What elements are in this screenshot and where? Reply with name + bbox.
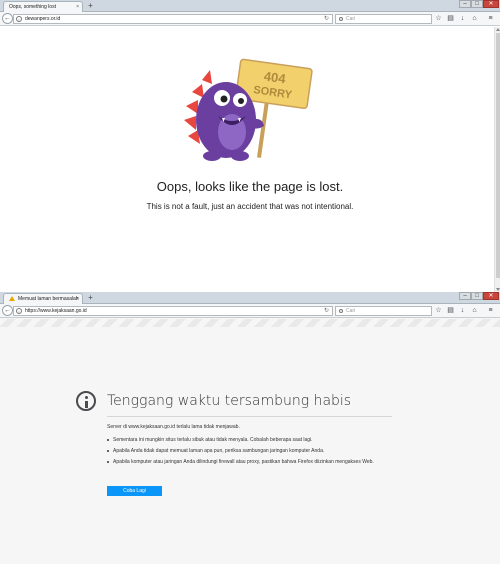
url-text[interactable]: dewanpers.or.id	[25, 15, 60, 24]
reload-icon[interactable]: ↻	[324, 15, 329, 24]
star-icon[interactable]: ☆	[434, 14, 443, 24]
star-icon[interactable]: ☆	[434, 306, 443, 316]
info-icon[interactable]: i	[16, 308, 22, 314]
monster-404-illustration: 404 SORRY	[184, 58, 313, 161]
tab-title: Memuat laman bermasalah	[18, 296, 79, 302]
tab-strip: Memuat laman bermasalah × + – □ ✕	[0, 292, 500, 304]
loading-stripes	[0, 319, 500, 327]
menu-icon[interactable]: ≡	[486, 14, 495, 24]
home-icon[interactable]: ⌂	[470, 306, 479, 316]
clipboard-icon[interactable]: ▤	[446, 306, 455, 316]
maximize-button[interactable]: □	[471, 0, 483, 8]
menu-icon[interactable]: ≡	[486, 306, 495, 316]
close-window-button[interactable]: ✕	[483, 292, 499, 300]
vertical-scrollbar[interactable]	[494, 27, 500, 292]
error-description: Server di www.kejaksaan.go.id terlalu la…	[107, 424, 240, 430]
reload-icon[interactable]: ↻	[324, 307, 329, 316]
page-lost-heading: Oops, looks like the page is lost.	[156, 179, 344, 194]
tab-active[interactable]: Oops, something lost ×	[3, 1, 83, 12]
search-bar[interactable]: Cari	[335, 306, 432, 316]
scrollbar-thumb[interactable]	[496, 33, 500, 278]
error-suggestion-list: Sementara ini mungkin situs terlalu sibu…	[107, 437, 397, 470]
page-lost-subheading: This is not a fault, just an accident th…	[146, 202, 354, 211]
scroll-up-arrow-icon[interactable]	[496, 28, 500, 31]
warning-icon	[9, 296, 15, 301]
minimize-button[interactable]: –	[459, 292, 471, 300]
retry-button[interactable]: Coba Lagi	[107, 486, 162, 496]
tab-title: Oops, something lost	[9, 4, 56, 10]
download-icon[interactable]: ↓	[458, 306, 467, 316]
error-divider	[107, 416, 392, 417]
url-text[interactable]: https://www.kejaksaan.go.id	[25, 307, 87, 316]
info-circle-icon	[76, 391, 96, 411]
tab-active[interactable]: Memuat laman bermasalah ×	[3, 293, 83, 304]
back-button[interactable]: ←	[2, 13, 13, 24]
sign-text-404: 404	[263, 68, 287, 86]
download-icon[interactable]: ↓	[458, 14, 467, 24]
error-title: Tenggang waktu tersambung habis	[107, 393, 352, 409]
list-item: Apabila komputer atau jaringan Anda dili…	[107, 459, 397, 466]
search-placeholder[interactable]: Cari	[346, 15, 355, 24]
close-window-button[interactable]: ✕	[483, 0, 499, 8]
clipboard-icon[interactable]: ▤	[446, 14, 455, 24]
back-button[interactable]: ←	[2, 305, 13, 316]
search-icon	[339, 17, 343, 21]
new-tab-button[interactable]: +	[86, 1, 95, 11]
nav-bar: ← i https://www.kejaksaan.go.id ↻ Cari ☆…	[0, 304, 500, 318]
tab-strip: Oops, something lost × + – □ ✕	[0, 0, 500, 12]
scroll-down-arrow-icon[interactable]	[496, 288, 500, 291]
new-tab-button[interactable]: +	[86, 293, 95, 303]
minimize-button[interactable]: –	[459, 0, 471, 8]
list-item: Sementara ini mungkin situs terlalu sibu…	[107, 437, 397, 444]
url-bar[interactable]: i dewanpers.or.id ↻	[13, 14, 333, 24]
browser-window-2: Memuat laman bermasalah × + – □ ✕ ← i ht…	[0, 292, 500, 564]
list-item: Apabila Anda tidak dapat memuat laman ap…	[107, 448, 397, 455]
tab-close-icon[interactable]: ×	[76, 294, 79, 304]
search-placeholder[interactable]: Cari	[346, 307, 355, 316]
url-bar[interactable]: i https://www.kejaksaan.go.id ↻	[13, 306, 333, 316]
search-icon	[339, 309, 343, 313]
search-bar[interactable]: Cari	[335, 14, 432, 24]
tab-close-icon[interactable]: ×	[76, 2, 79, 12]
maximize-button[interactable]: □	[471, 292, 483, 300]
browser-window-1: Oops, something lost × + – □ ✕ ← i dewan…	[0, 0, 500, 292]
home-icon[interactable]: ⌂	[470, 14, 479, 24]
nav-bar: ← i dewanpers.or.id ↻ Cari ☆ ▤ ↓ ⌂ ≡	[0, 12, 500, 26]
info-icon[interactable]: i	[16, 16, 22, 22]
